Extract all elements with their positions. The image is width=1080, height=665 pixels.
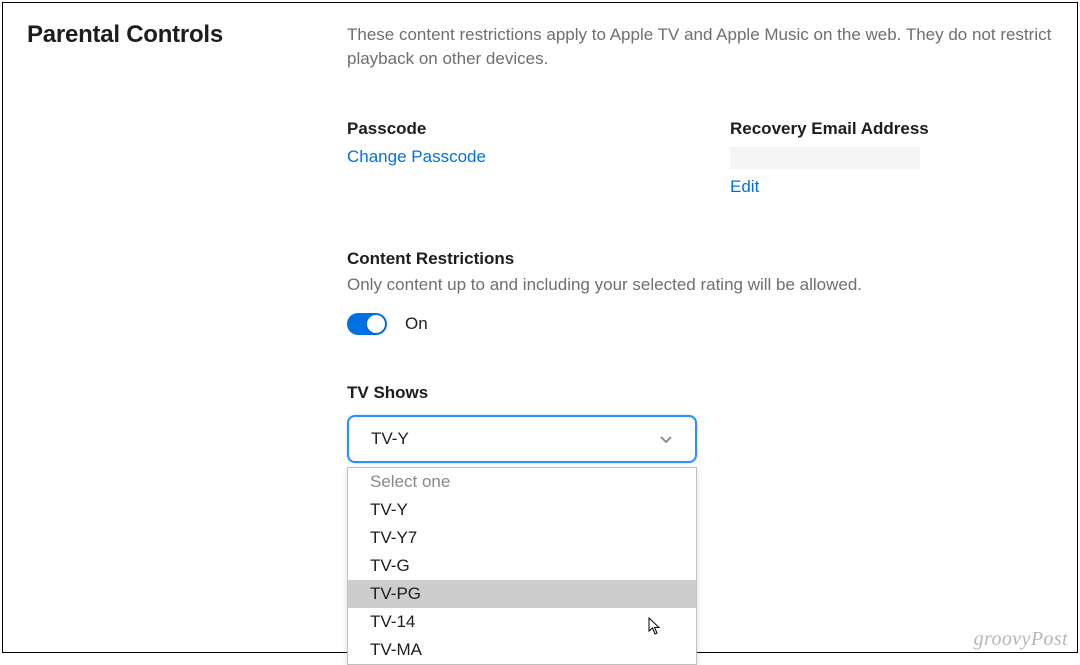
tv-shows-section: TV Shows TV-Y Select oneTV-YTV-Y7TV-GTV-… [347,383,1053,665]
recovery-label: Recovery Email Address [730,119,1053,139]
tv-shows-selected-value: TV-Y [371,429,409,449]
content-restrictions-desc: Only content up to and including your se… [347,275,1053,295]
left-column: Parental Controls [27,21,347,634]
dropdown-option[interactable]: TV-G [348,552,696,580]
passcode-recovery-row: Passcode Change Passcode Recovery Email … [347,119,1053,197]
dropdown-option[interactable]: TV-Y [348,496,696,524]
recovery-group: Recovery Email Address Edit [730,119,1053,197]
change-passcode-link[interactable]: Change Passcode [347,147,670,167]
tv-shows-dropdown[interactable]: Select oneTV-YTV-Y7TV-GTV-PGTV-14TV-MA [347,467,697,665]
restrictions-toggle[interactable] [347,313,387,335]
recovery-email-redacted [730,147,920,169]
dropdown-option[interactable]: Select one [348,468,696,496]
edit-recovery-link[interactable]: Edit [730,177,1053,197]
right-column: These content restrictions apply to Appl… [347,21,1053,634]
toggle-row: On [347,313,1053,335]
tv-shows-label: TV Shows [347,383,1053,403]
parental-controls-panel: Parental Controls These content restrict… [2,2,1078,653]
watermark-text: groovyPost [974,628,1068,651]
content-restrictions-section: Content Restrictions Only content up to … [347,249,1053,335]
passcode-label: Passcode [347,119,670,139]
dropdown-option[interactable]: TV-MA [348,636,696,664]
passcode-group: Passcode Change Passcode [347,119,670,197]
dropdown-option[interactable]: TV-PG [348,580,696,608]
chevron-down-icon [659,432,673,446]
content-restrictions-title: Content Restrictions [347,249,1053,269]
dropdown-option[interactable]: TV-Y7 [348,524,696,552]
page-title: Parental Controls [27,21,347,49]
tv-shows-select[interactable]: TV-Y [347,415,697,463]
dropdown-option[interactable]: TV-14 [348,608,696,636]
toggle-state-label: On [405,314,428,334]
description-text: These content restrictions apply to Appl… [347,23,1053,71]
